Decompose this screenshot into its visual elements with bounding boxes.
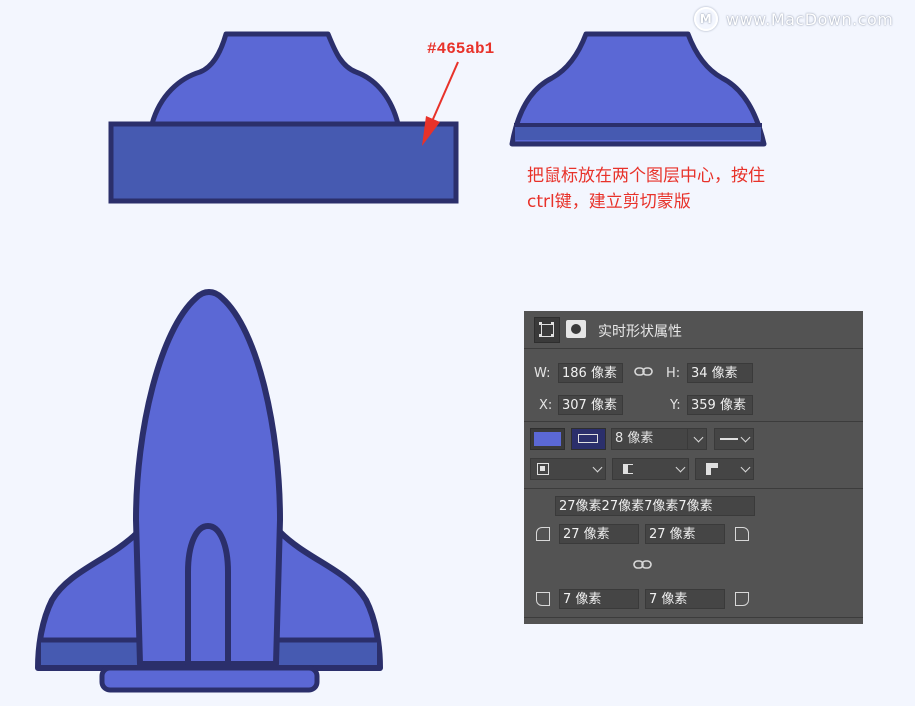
rocket-window: [185, 523, 231, 667]
stroke-cap-icon: [623, 464, 633, 474]
stroke-width-arrow[interactable]: [687, 428, 707, 450]
stroke-align-dropdown[interactable]: [530, 458, 606, 480]
rocket-base: [99, 665, 320, 693]
x-field[interactable]: 307 像素: [558, 395, 623, 415]
dome-shape: [149, 31, 401, 127]
chevron-down-icon: [592, 462, 603, 473]
stroke-join-icon: [706, 463, 718, 475]
corner-bottom-right-icon: [735, 592, 749, 606]
watermark-text: www.MacDown.com: [726, 9, 894, 29]
panel-title: 实时形状属性: [598, 324, 682, 340]
live-shape-properties-panel: 实时形状属性 W: 186 像素 H: 34 像素 X: 307 像素 Y: 3…: [524, 311, 863, 624]
link-dimensions-icon[interactable]: [634, 366, 654, 378]
hex-color-annotation: #465ab1: [427, 40, 495, 58]
y-label: Y:: [670, 398, 681, 413]
chevron-down-icon: [740, 432, 751, 443]
macdown-logo-icon: M: [694, 7, 718, 31]
rocket: [35, 289, 383, 693]
instruction-line-1: 把鼠标放在两个图层中心，按住: [527, 166, 765, 186]
radius-bottom-right-field[interactable]: 7 像素: [645, 589, 725, 609]
transform-tab-icon[interactable]: [534, 317, 560, 343]
annotation-arrow-line: [429, 61, 459, 127]
stroke-cap-dropdown[interactable]: [612, 458, 689, 480]
watermark: M www.MacDown.com: [694, 6, 893, 32]
link-radii-icon[interactable]: [633, 559, 653, 571]
clipped-band: [515, 126, 761, 140]
mask-tab-icon[interactable]: [566, 320, 586, 338]
stroke-type-dropdown[interactable]: [714, 428, 754, 450]
base-rectangle: [108, 121, 459, 204]
radius-top-right-field[interactable]: 27 像素: [645, 524, 725, 544]
chevron-down-icon: [693, 432, 704, 443]
stroke-align-icon: [537, 463, 549, 475]
chevron-down-icon: [740, 462, 751, 473]
width-label: W:: [534, 366, 551, 381]
corner-top-right-icon: [735, 527, 749, 541]
height-label: H:: [666, 366, 681, 381]
radius-top-left-field[interactable]: 27 像素: [559, 524, 639, 544]
instruction-line-2: ctrl键，建立剪切蒙版: [527, 192, 691, 212]
y-field[interactable]: 359 像素: [687, 395, 753, 415]
corner-bottom-left-icon: [536, 592, 550, 606]
width-field[interactable]: 186 像素: [558, 363, 623, 383]
chevron-down-icon: [675, 462, 686, 473]
stroke-join-dropdown[interactable]: [695, 458, 754, 480]
x-label: X:: [539, 398, 553, 413]
radius-bottom-left-field[interactable]: 7 像素: [559, 589, 639, 609]
height-field[interactable]: 34 像素: [687, 363, 753, 383]
corner-radii-summary[interactable]: 27像素27像素7像素7像素: [555, 496, 755, 516]
solid-line-icon: [720, 438, 738, 440]
fill-color-swatch[interactable]: [530, 428, 565, 450]
stroke-color-swatch[interactable]: [571, 428, 606, 450]
corner-top-left-icon: [536, 527, 550, 541]
